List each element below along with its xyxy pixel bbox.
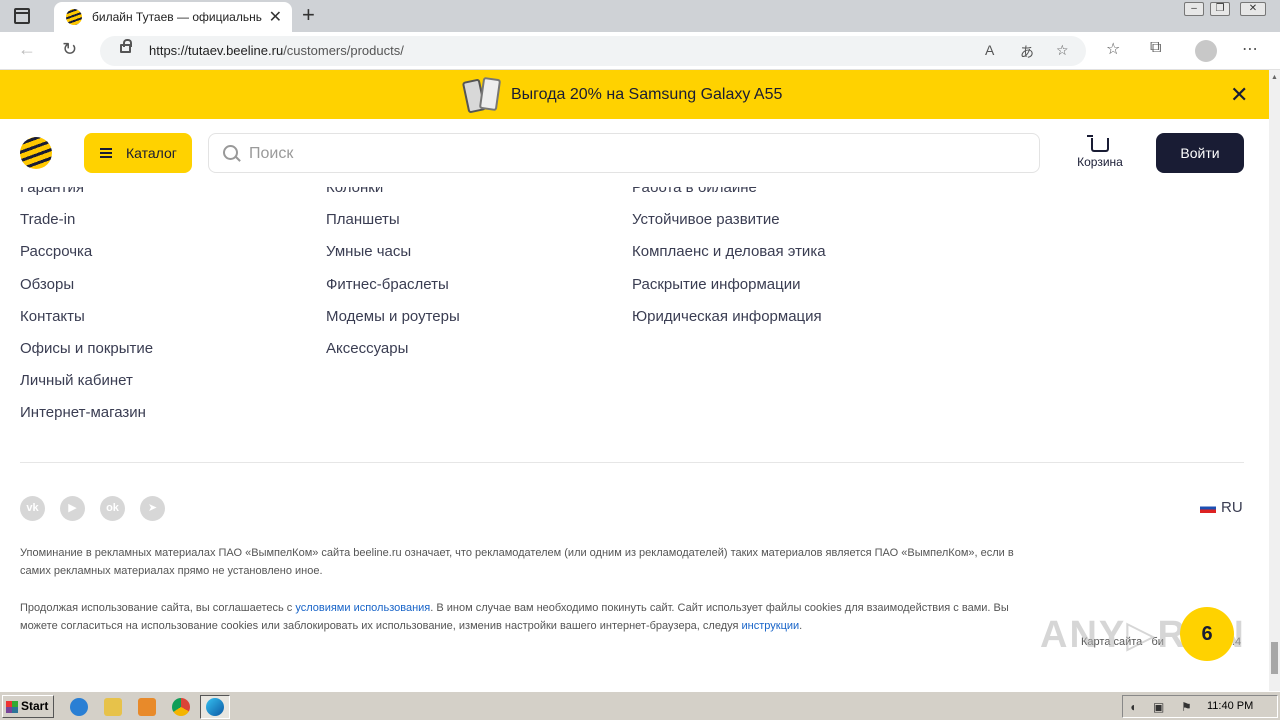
media-player-icon[interactable] [138,698,156,716]
favorites-icon[interactable]: ☆ [1106,39,1120,59]
restore-button[interactable]: ❐ [1210,2,1230,16]
cart-label: Корзина [1077,155,1123,169]
new-tab-icon[interactable]: + [302,2,315,28]
legal-notice: Упоминание в рекламных материалах ПАО «В… [20,547,1014,577]
clock: 11:40 PM [1207,700,1254,712]
telegram-icon[interactable]: ➤ [140,496,165,521]
instructions-link[interactable]: инструкции [742,620,800,632]
footer-link[interactable]: Модемы и роутеры [326,308,460,340]
tab-actions-icon[interactable] [14,8,30,24]
search-box[interactable] [208,133,1040,173]
more-menu-icon[interactable]: ⋯ [1242,39,1258,59]
menu-icon [100,152,112,154]
footer-link[interactable]: Рассрочка [20,243,153,275]
promo-close-icon[interactable]: ✕ [1230,82,1248,108]
footer-link[interactable]: Работа в билайне [632,187,826,211]
close-window-button[interactable]: ✕ [1240,2,1266,16]
browser-tab[interactable]: билайн Тутаев — официальный сайт ✕ [54,2,292,32]
promo-text[interactable]: Выгода 20% на Samsung Galaxy A55 [511,86,782,104]
profile-avatar[interactable] [1195,40,1217,62]
lock-icon [120,39,132,53]
address-bar: ← ↻ https://tutaev.beeline.ru/customers/… [0,32,1280,70]
footer: Гарантия Trade-in Рассрочка Обзоры Контакты О… [0,187,1269,691]
footer-col-2: Колонки Планшеты Умные часы Фитнес-браслеты… [326,187,460,372]
reload-icon[interactable]: ↻ [62,39,77,60]
scroll-up-icon[interactable]: ▲ [1271,74,1278,81]
footer-link[interactable]: Аксессуары [326,340,460,372]
footer-link[interactable]: Комплаенс и деловая этика [632,243,826,275]
edge-taskbar-button[interactable] [200,695,230,719]
read-aloud-icon[interactable]: A [985,42,994,58]
footer-link[interactable]: Личный кабинет [20,372,153,404]
footer-col-1: Гарантия Trade-in Рассрочка Обзоры Контакты О… [20,187,153,437]
start-button[interactable]: Start [2,695,54,718]
login-button[interactable]: Войти [1156,133,1244,173]
catalog-button[interactable]: Каталог [84,133,192,173]
search-icon [223,145,238,160]
terms-link[interactable]: условиями использования [295,602,430,614]
browser-tabbar: билайн Тутаев — официальный сайт ✕ + – ❐… [0,0,1280,32]
catalog-label: Каталог [126,145,177,161]
footer-link[interactable]: Умные часы [326,243,460,275]
footer-col-3: Работа в билайне Устойчивое развитие Компл… [632,187,826,340]
search-input[interactable] [249,143,1009,165]
beeline-logo[interactable] [20,137,52,169]
footer-link[interactable]: Раскрытие информации [632,276,826,308]
footer-link[interactable]: Обзоры [20,276,153,308]
tab-title: билайн Тутаев — официальный сайт [92,10,262,24]
language-switcher[interactable]: RU [1200,499,1243,516]
add-favorite-icon[interactable]: ☆ [1056,42,1069,59]
footer-link[interactable]: Гарантия [20,187,153,211]
page-scrollbar[interactable]: ▲ [1269,70,1280,691]
russia-flag-icon [1200,503,1216,513]
promo-banner[interactable]: Выгода 20% на Samsung Galaxy A55 ✕ [0,70,1269,119]
ie-icon[interactable] [70,698,88,716]
folder-icon[interactable] [104,698,122,716]
youtube-icon[interactable]: ▶ [60,496,85,521]
url-field[interactable]: https://tutaev.beeline.ru/customers/prod… [100,36,1086,66]
footer-divider [20,462,1244,463]
url-text: https://tutaev.beeline.ru/customers/prod… [149,43,404,58]
footer-link[interactable]: Trade-in [20,211,153,243]
footer-link[interactable]: Устойчивое развитие [632,211,826,243]
minimize-button[interactable]: – [1184,2,1204,16]
footer-link[interactable]: Контакты [20,308,153,340]
footer-link[interactable]: Интернет-магазин [20,404,153,436]
cart-button[interactable]: Корзина [1066,135,1134,175]
vk-icon[interactable]: vk [20,496,45,521]
collections-icon[interactable]: ⧉ [1150,39,1161,57]
taskbar: Start ◖ ▣ ⚑ 11:40 PM [0,691,1280,720]
cart-icon [1087,135,1109,152]
beeline-favicon-icon [66,9,82,25]
footer-link[interactable]: Юридическая информация [632,308,826,340]
ok-icon[interactable]: ok [100,496,125,521]
language-label: RU [1221,499,1243,516]
flag-icon[interactable]: ⚑ [1181,700,1192,714]
scrollbar-thumb[interactable] [1271,642,1278,674]
back-icon[interactable]: ← [18,39,36,60]
site-header: Каталог Корзина Войти [0,119,1269,187]
volume-icon[interactable]: ◖ [1129,700,1136,714]
system-tray: ◖ ▣ ⚑ 11:40 PM [1122,695,1278,718]
network-icon[interactable]: ▣ [1153,700,1164,714]
edge-icon [206,698,224,716]
footer-link[interactable]: Колонки [326,187,460,211]
footer-link[interactable]: Планшеты [326,211,460,243]
tab-close-icon[interactable]: ✕ [269,7,282,27]
chrome-icon[interactable] [172,698,190,716]
footer-link[interactable]: Фитнес-браслеты [326,276,460,308]
cookie-notice: Продолжая использование сайта, вы соглаш… [20,602,1009,632]
footer-link[interactable]: Офисы и покрытие [20,340,153,372]
phone-promo-image [461,76,503,114]
translate-icon[interactable]: あ [1020,42,1034,62]
chat-support-button[interactable]: 6 [1180,607,1234,661]
